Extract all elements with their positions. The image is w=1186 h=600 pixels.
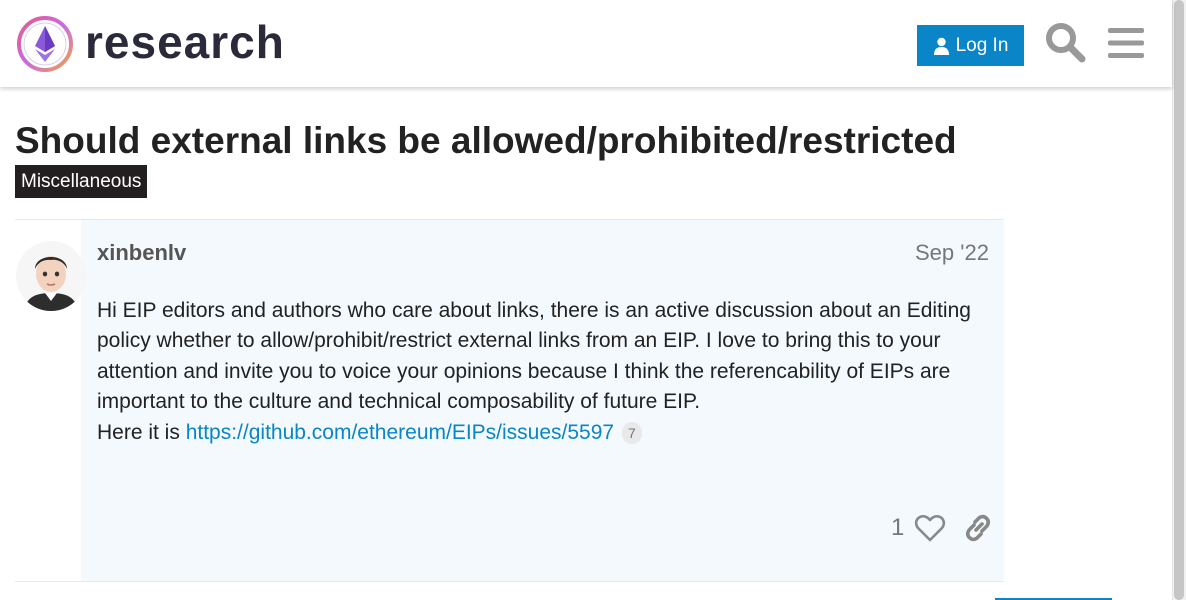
post-author-username[interactable]: xinbenlv xyxy=(97,239,186,267)
page-scrollbar-thumb[interactable] xyxy=(1174,0,1184,600)
topic-title[interactable]: Should external links be allowed/prohibi… xyxy=(15,118,957,164)
link-click-count-badge: 7 xyxy=(621,422,642,445)
heart-icon[interactable] xyxy=(914,512,946,544)
post-divider-bottom xyxy=(15,581,1004,582)
like-count[interactable]: 1 xyxy=(891,512,904,544)
login-button[interactable]: Log In xyxy=(917,25,1024,66)
post-date[interactable]: Sep '22 xyxy=(915,239,989,267)
github-issue-link[interactable]: https://github.com/ethereum/EIPs/issues/… xyxy=(186,421,614,444)
category-badge[interactable]: Miscellaneous xyxy=(15,165,148,198)
login-label: Log In xyxy=(955,34,1009,56)
post-body: Hi EIP editors and authors who care abou… xyxy=(97,296,987,448)
hamburger-menu-icon[interactable] xyxy=(1107,24,1145,62)
research-logo-icon[interactable] xyxy=(16,15,74,73)
post-link-prefix: Here it is xyxy=(97,420,186,444)
site-logo-text[interactable]: research xyxy=(85,14,285,70)
user-icon xyxy=(933,37,949,55)
site-header: research Log In xyxy=(0,0,1172,87)
user-avatar[interactable] xyxy=(16,241,86,311)
avatar-image xyxy=(16,241,86,311)
post-body-text: Hi EIP editors and authors who care abou… xyxy=(97,299,971,414)
link-icon[interactable] xyxy=(962,512,994,544)
search-icon[interactable] xyxy=(1044,21,1086,63)
